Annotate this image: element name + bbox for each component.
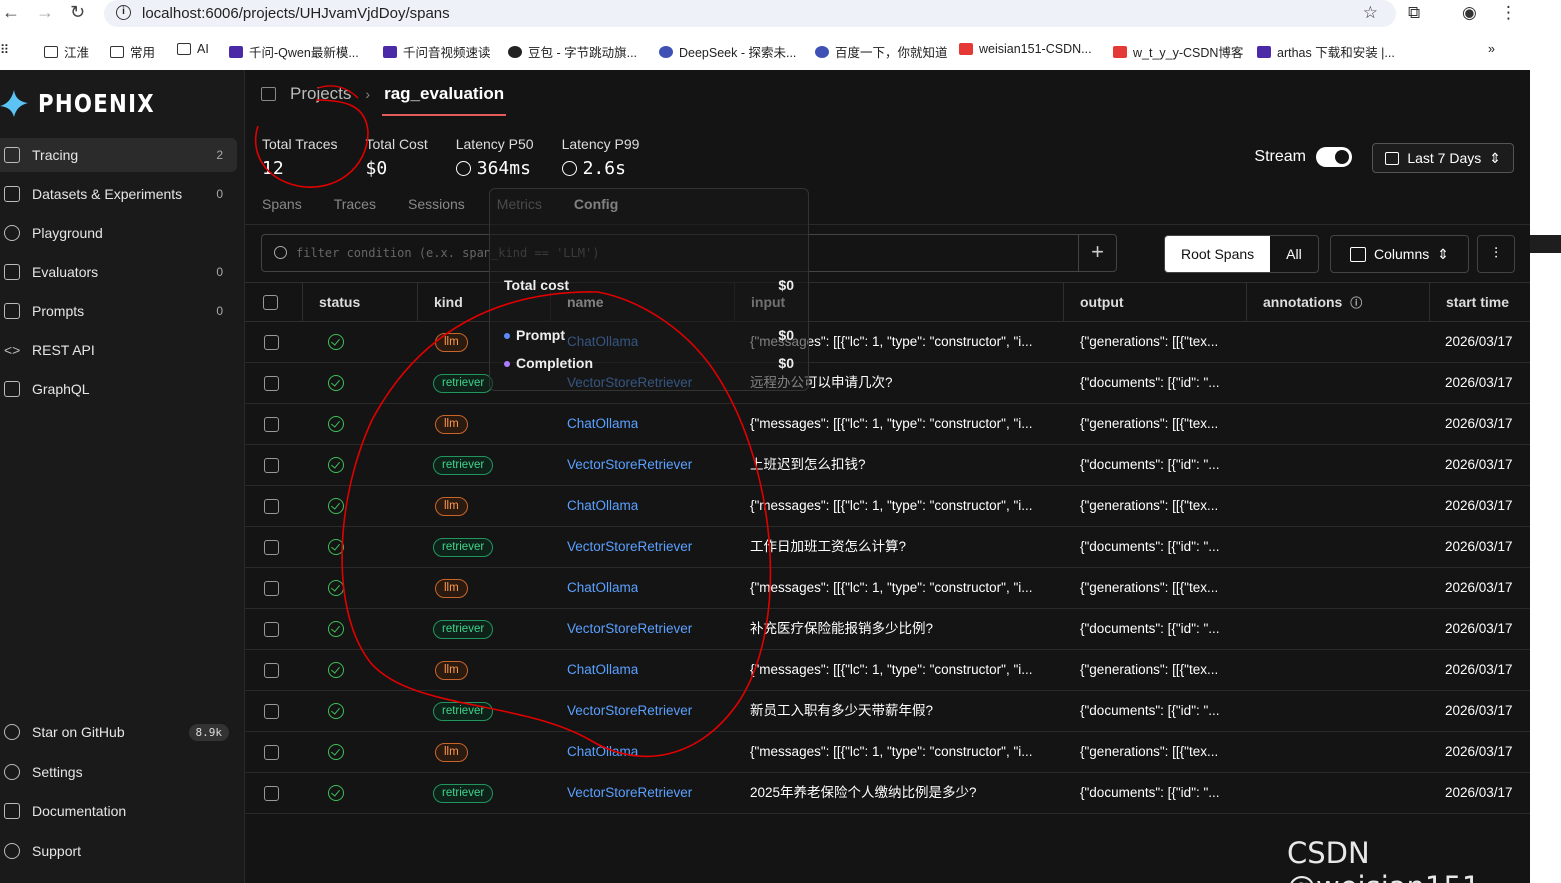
annotation-circle-name-column: [341, 291, 772, 758]
watermark: CSDN @weisian151: [1287, 836, 1480, 883]
annotation-stroke-projects: [317, 85, 359, 99]
annotation-circle-total-traces: [254, 99, 369, 188]
red-annotation-marks: [254, 85, 772, 758]
